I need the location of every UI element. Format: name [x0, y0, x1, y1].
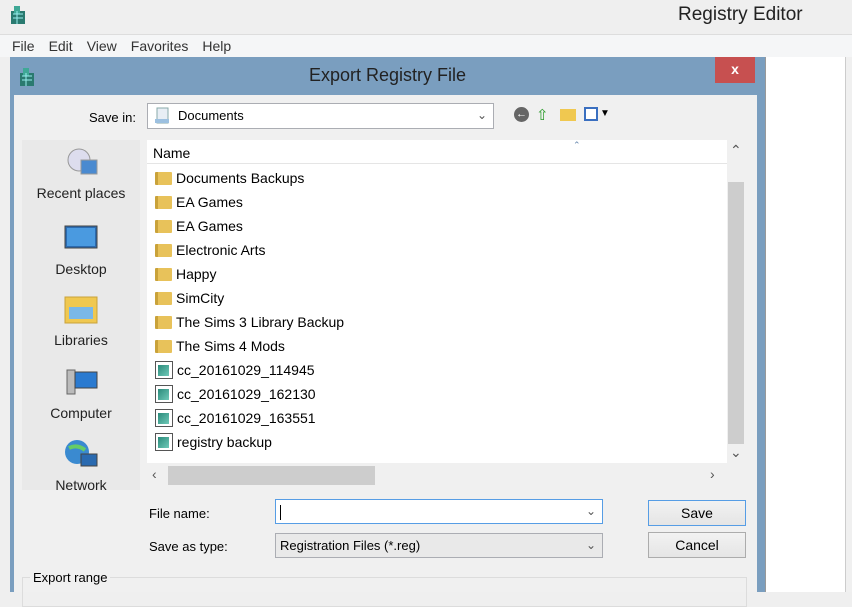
file-name-label: File name:	[149, 506, 210, 521]
list-item[interactable]: registry backup	[155, 430, 272, 454]
list-item[interactable]: cc_20161029_163551	[155, 406, 316, 430]
list-item-label: registry backup	[177, 434, 272, 450]
folder-icon	[155, 243, 172, 257]
close-button[interactable]: x	[715, 57, 755, 83]
registry-file-icon	[155, 433, 173, 451]
list-item-label: SimCity	[176, 290, 225, 306]
up-folder-icon[interactable]: ⇧	[536, 106, 549, 124]
scrollbar[interactable]	[845, 57, 852, 592]
scroll-down-icon[interactable]: ⌄	[730, 444, 742, 461]
new-folder-icon[interactable]	[560, 109, 576, 121]
place-libraries[interactable]: Libraries	[22, 293, 140, 348]
app-title-bar: Registry Editor	[0, 0, 852, 34]
registry-editor-icon	[11, 6, 25, 24]
registry-file-icon	[155, 385, 173, 403]
save-in-label: Save in:	[89, 110, 136, 125]
back-icon[interactable]: ←	[514, 107, 529, 122]
scroll-thumb[interactable]	[728, 182, 744, 444]
place-label: Libraries	[54, 332, 108, 348]
folder-icon	[155, 195, 172, 209]
list-item[interactable]: The Sims 3 Library Backup	[155, 310, 344, 334]
list-item[interactable]: EA Games	[155, 214, 243, 238]
list-item[interactable]: cc_20161029_162130	[155, 382, 316, 406]
export-range-group	[22, 577, 747, 607]
place-recent-places[interactable]: Recent places	[22, 146, 140, 201]
sort-ascending-icon: ⌃	[573, 140, 581, 150]
list-item[interactable]: Happy	[155, 262, 216, 286]
file-name-input[interactable]: ⌄	[275, 499, 603, 524]
horizontal-scrollbar[interactable]: ‹ ›	[147, 463, 727, 487]
registry-file-icon	[155, 361, 173, 379]
places-bar: Recent places Desktop Libraries Computer…	[22, 140, 140, 493]
place-computer[interactable]: Computer	[22, 366, 140, 421]
documents-icon	[155, 107, 169, 124]
export-range-label: Export range	[30, 570, 111, 585]
list-item[interactable]: SimCity	[155, 286, 224, 310]
chevron-down-icon: ⌄	[585, 538, 596, 552]
vertical-scrollbar[interactable]: ⌃ ⌄	[727, 140, 745, 463]
chevron-down-icon: ⌄	[476, 108, 487, 122]
cancel-button[interactable]: Cancel	[648, 532, 746, 558]
list-item[interactable]: Electronic Arts	[155, 238, 265, 262]
list-item[interactable]: EA Games	[155, 190, 243, 214]
dialog-title: Export Registry File	[308, 65, 467, 85]
menu-favorites[interactable]: Favorites	[131, 38, 189, 54]
list-item-label: The Sims 3 Library Backup	[176, 314, 345, 330]
folder-icon	[155, 219, 172, 233]
caret-down-icon[interactable]: ▼	[600, 108, 610, 119]
save-as-type-value: Registration Files (*.reg)	[280, 538, 421, 553]
place-label: Network	[55, 477, 107, 493]
scroll-up-icon[interactable]: ⌃	[730, 142, 742, 159]
folder-icon	[155, 267, 172, 281]
folder-icon	[155, 291, 172, 305]
list-item-label: EA Games	[176, 194, 243, 210]
place-label: Recent places	[36, 185, 126, 201]
place-label: Computer	[50, 405, 112, 421]
list-item-label: The Sims 4 Mods	[176, 338, 285, 354]
folder-icon	[155, 171, 172, 185]
scroll-right-icon[interactable]: ›	[710, 466, 715, 482]
list-item-label: EA Games	[176, 218, 243, 234]
menu-bar: File Edit View Favorites Help	[0, 34, 852, 57]
chevron-down-icon[interactable]: ⌄	[586, 504, 596, 518]
list-item-label: Documents Backups	[176, 170, 305, 186]
folder-icon	[155, 315, 172, 329]
list-item[interactable]: The Sims 4 Mods	[155, 334, 285, 358]
place-network[interactable]: Network	[22, 438, 140, 493]
view-menu-icon[interactable]	[584, 107, 598, 121]
column-header-label: Name	[153, 145, 191, 161]
list-item[interactable]: Documents Backups	[155, 166, 304, 190]
list-item-label: cc_20161029_163551	[177, 410, 316, 426]
list-item-label: Happy	[176, 266, 217, 282]
column-header-name[interactable]: Name ⌃	[147, 140, 727, 164]
list-item[interactable]: cc_20161029_114945	[155, 358, 315, 382]
list-item-label: cc_20161029_114945	[177, 362, 315, 378]
save-in-value: Documents	[178, 108, 244, 123]
save-as-type-dropdown[interactable]: Registration Files (*.reg) ⌄	[275, 533, 603, 558]
menu-help[interactable]: Help	[202, 38, 231, 54]
text-cursor	[280, 505, 281, 521]
save-button[interactable]: Save	[648, 500, 746, 526]
network-icon	[65, 440, 98, 467]
app-title: Registry Editor	[678, 4, 803, 25]
computer-icon	[66, 369, 98, 395]
menu-file[interactable]: File	[12, 38, 35, 54]
scroll-thumb[interactable]	[168, 466, 375, 485]
file-list: Name ⌃ Documents Backups EA Games EA Games…	[147, 140, 745, 463]
folder-icon	[155, 339, 172, 353]
registry-values-pane	[765, 57, 852, 592]
list-item-label: Electronic Arts	[176, 242, 266, 258]
list-item-label: cc_20161029_162130	[177, 386, 316, 402]
menu-edit[interactable]: Edit	[49, 38, 73, 54]
registry-file-icon	[155, 409, 173, 427]
place-label: Desktop	[55, 261, 107, 277]
recent-places-icon	[67, 148, 98, 175]
save-in-dropdown[interactable]: Documents ⌄	[147, 103, 494, 129]
menu-view[interactable]: View	[87, 38, 117, 54]
scroll-left-icon[interactable]: ‹	[152, 466, 157, 482]
place-desktop[interactable]: Desktop	[22, 222, 140, 277]
desktop-icon	[64, 225, 98, 249]
save-as-type-label: Save as type:	[149, 539, 228, 554]
libraries-icon	[64, 296, 98, 324]
